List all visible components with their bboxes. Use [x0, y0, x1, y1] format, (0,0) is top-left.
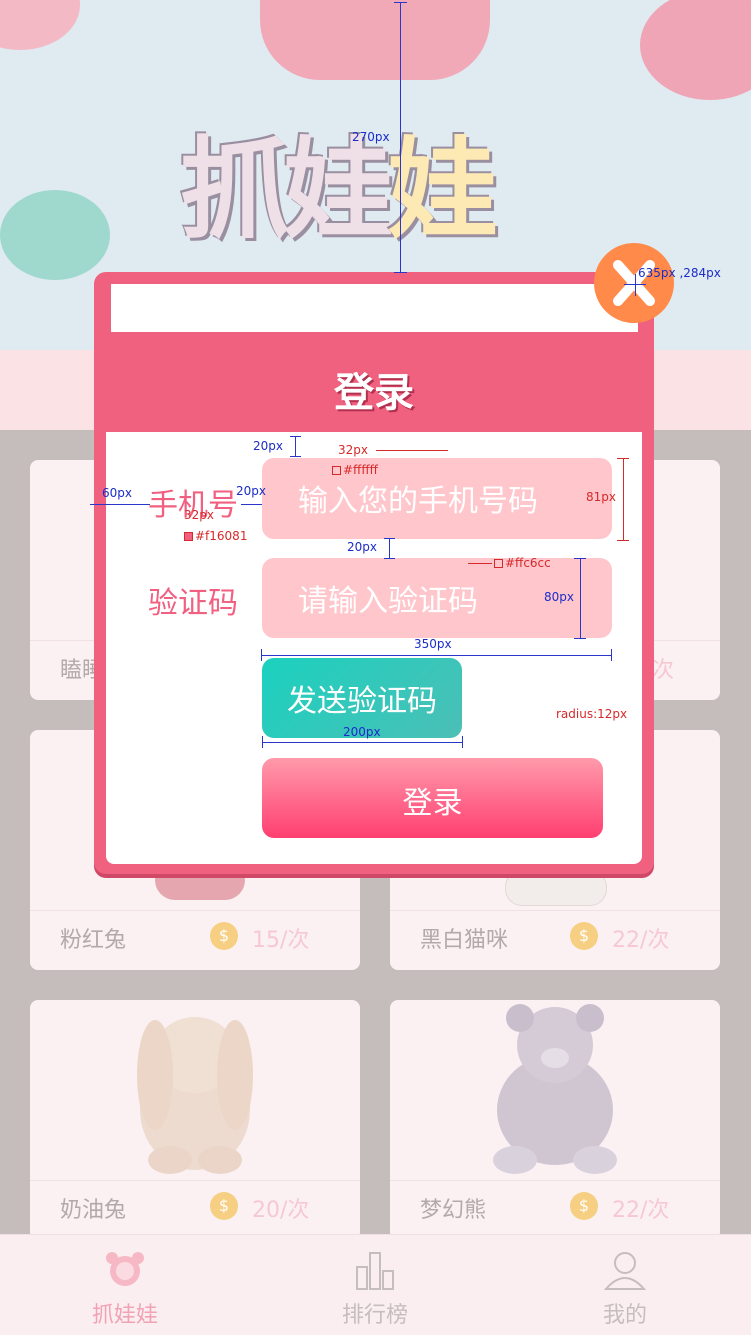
decoration-shape	[640, 0, 751, 100]
annotation-text: 20px	[253, 439, 283, 453]
product-price: 22/次	[612, 1198, 670, 1223]
product-price: 次	[652, 658, 675, 683]
tab-claw[interactable]: 抓娃娃	[0, 1235, 250, 1335]
annotation-text: 20px	[347, 540, 377, 554]
product-price: 22/次	[612, 928, 670, 953]
annotation-text: 32px	[338, 443, 368, 457]
tab-ranking[interactable]: 排行榜	[250, 1235, 500, 1335]
annotation-text: 635px ,284px	[638, 266, 721, 280]
annotation-text: 20px	[236, 484, 266, 498]
modal-body: 手机号 输入您的手机号码 验证码 请输入验证码 发送验证码 登录	[106, 432, 642, 864]
annotation-text: 270px	[352, 130, 390, 144]
product-name: 梦幻熊	[420, 1198, 487, 1223]
code-label: 验证码	[148, 586, 238, 621]
modal-header: 登录	[94, 332, 654, 430]
tab-label: 我的	[602, 1303, 647, 1328]
annotation-text: 80px	[544, 590, 574, 604]
user-icon	[604, 1252, 646, 1290]
close-button[interactable]	[594, 243, 674, 323]
annotation-text: 350px	[414, 637, 452, 651]
tab-profile[interactable]: 我的	[500, 1235, 750, 1335]
tab-label: 抓娃娃	[91, 1303, 158, 1328]
product-price: 15/次	[252, 928, 310, 953]
login-modal: 登录 手机号 输入您的手机号码 验证码 请输入验证码 发送验证码 登录	[94, 272, 654, 874]
annotation-text: #f16081	[184, 529, 247, 543]
coin-icon: $	[570, 1192, 598, 1220]
annotation-text: radius:12px	[556, 707, 628, 721]
coin-icon: $	[570, 922, 598, 950]
product-image	[390, 1000, 720, 1180]
decoration-shape	[0, 190, 110, 280]
product-price: 20/次	[252, 1198, 310, 1223]
bottom-tab-bar: 抓娃娃 排行榜 我的	[0, 1234, 751, 1335]
annotation-text: 32px	[184, 508, 214, 522]
modal-top-band	[111, 284, 638, 332]
product-name: 奶油兔	[60, 1198, 127, 1223]
decoration-shape	[260, 0, 490, 80]
annotation-text: 60px	[102, 486, 132, 500]
coin-icon: $	[210, 922, 238, 950]
measure-line	[400, 2, 401, 273]
bar-chart-icon	[356, 1252, 394, 1290]
banner-title: 抓娃娃	[180, 126, 498, 254]
tab-label: 排行榜	[341, 1303, 408, 1328]
product-image	[30, 1000, 360, 1180]
annotation-text: 81px	[586, 490, 616, 504]
phone-input[interactable]: 输入您的手机号码	[262, 458, 612, 539]
annotation-text: 200px	[343, 725, 381, 739]
login-button[interactable]: 登录	[262, 758, 603, 838]
annotation-text: #ffc6cc	[494, 556, 551, 570]
close-icon	[613, 260, 655, 306]
product-card[interactable]: 奶油兔 $ 20/次	[30, 1000, 360, 1240]
phone-placeholder: 输入您的手机号码	[298, 484, 538, 519]
modal-title: 登录	[334, 370, 414, 416]
claw-doll-icon	[106, 1252, 144, 1286]
product-name: 黑白猫咪	[420, 928, 509, 953]
decoration-shape	[0, 0, 80, 50]
code-placeholder: 请输入验证码	[298, 584, 478, 619]
annotation-text: #ffffff	[332, 463, 378, 477]
product-name: 粉红兔	[60, 928, 127, 953]
product-card[interactable]: 梦幻熊 $ 22/次	[390, 1000, 720, 1240]
coin-icon: $	[210, 1192, 238, 1220]
